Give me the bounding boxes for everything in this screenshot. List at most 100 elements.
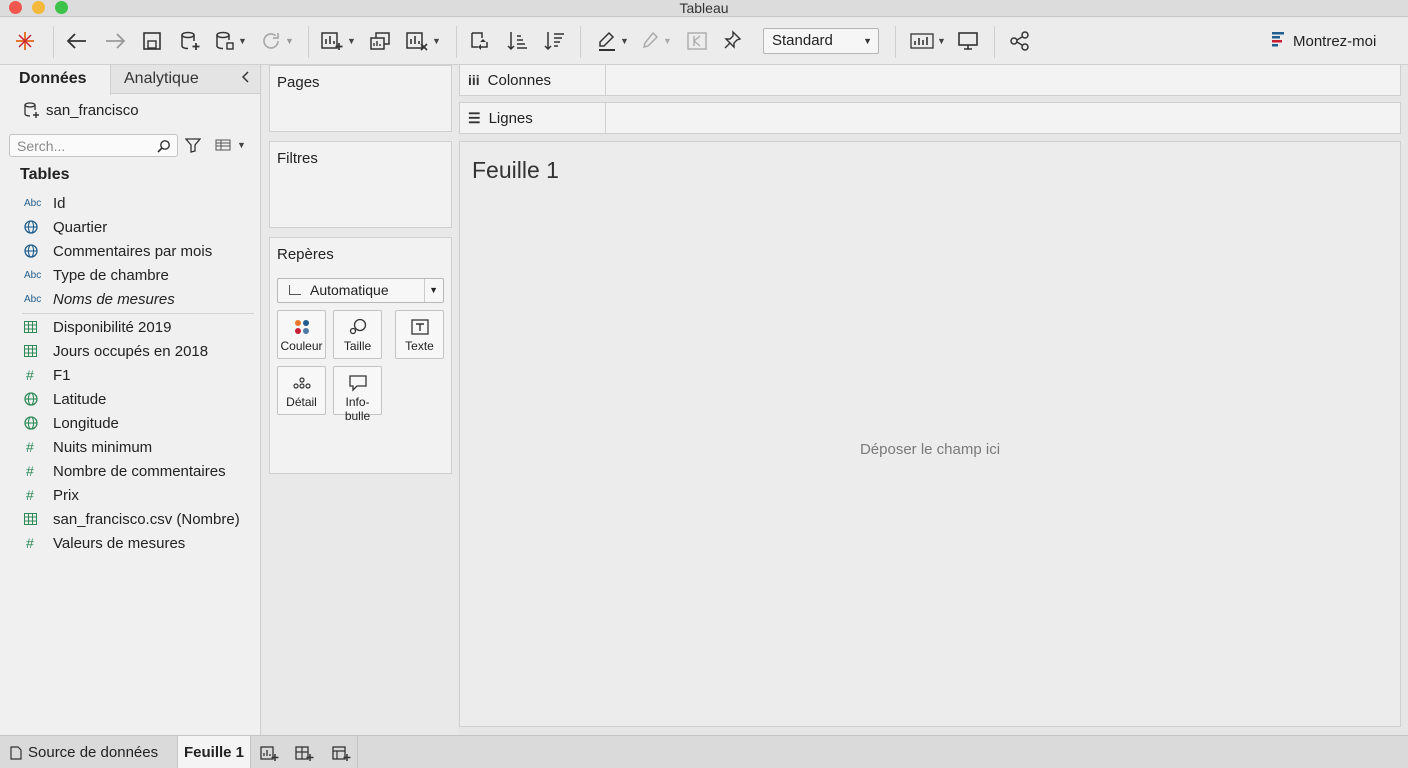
rows-label: Lignes <box>488 109 533 127</box>
sort-descending-icon[interactable] <box>543 28 565 54</box>
field-item[interactable]: # Nuits minimum <box>0 436 255 458</box>
new-dashboard-tab-icon[interactable] <box>294 743 314 763</box>
clear-sheet-icon[interactable]: ▼ <box>405 28 441 54</box>
highlight-pen-icon[interactable]: ▼ <box>597 28 629 54</box>
show-me-button[interactable]: Montrez-moi <box>1272 31 1376 51</box>
data-pane: Données Analytique san_francisco ▼ Table… <box>0 65 261 735</box>
tab-sheet-1[interactable]: Feuille 1 <box>178 736 251 768</box>
table-calc-icon <box>0 513 53 525</box>
new-story-tab-icon[interactable] <box>331 743 351 763</box>
tooltip-icon <box>334 367 381 395</box>
duplicate-sheet-icon[interactable] <box>369 28 391 54</box>
new-datasource-icon[interactable] <box>179 28 201 54</box>
color-button[interactable]: Couleur <box>277 310 326 359</box>
tab-analytics[interactable]: Analytique <box>124 65 199 94</box>
refresh-icon[interactable]: ▼ <box>260 28 294 54</box>
size-button[interactable]: Taille <box>333 310 382 359</box>
field-item[interactable]: Disponibilité 2019 <box>0 316 255 338</box>
globe-icon <box>0 416 53 430</box>
drop-field-hint: Déposer le champ ici <box>859 441 1001 458</box>
rows-shelf-label: ☰ Lignes <box>460 103 606 133</box>
tab-data-source[interactable]: Source de données <box>0 736 178 768</box>
show-me-label: Montrez-moi <box>1293 32 1377 50</box>
columns-shelf[interactable]: iii Colonnes <box>459 64 1401 96</box>
new-worksheet-tab-icon[interactable] <box>259 743 279 763</box>
field-item[interactable]: # Nombre de commentaires <box>0 460 255 482</box>
field-item[interactable]: Abc Id <box>0 192 255 214</box>
undo-icon[interactable] <box>66 28 88 54</box>
field-item[interactable]: # Valeurs de mesures <box>0 532 255 554</box>
mark-type-select[interactable]: Automatique ▼ <box>277 278 444 303</box>
window-title: Tableau <box>679 0 729 16</box>
dimension-measure-divider <box>22 313 254 314</box>
tableau-logo-icon[interactable] <box>14 28 36 54</box>
sheet-title[interactable]: Feuille 1 <box>472 157 559 184</box>
detail-button-label: Détail <box>286 395 317 409</box>
filters-card[interactable]: Filtres <box>269 141 452 228</box>
field-item[interactable]: san_francisco.csv (Nombre) <box>0 508 255 530</box>
search-input[interactable] <box>10 135 150 156</box>
field-item[interactable]: Quartier <box>0 216 255 238</box>
field-item[interactable]: # F1 <box>0 364 255 386</box>
new-worksheet-icon[interactable]: ▼ <box>320 28 356 54</box>
tooltip-button[interactable]: Info-bulle <box>333 366 382 423</box>
sort-ascending-icon[interactable] <box>506 28 528 54</box>
rows-shelf[interactable]: ☰ Lignes <box>459 102 1401 134</box>
string-type-icon: Abc <box>24 293 42 305</box>
pages-card[interactable]: Pages <box>269 65 452 132</box>
view-options-icon[interactable]: ▼ <box>215 139 246 151</box>
field-item[interactable]: Abc Type de chambre <box>0 264 255 286</box>
field-item[interactable]: Longitude <box>0 412 255 434</box>
chevron-down-icon: ▼ <box>424 279 438 302</box>
document-icon <box>10 745 22 760</box>
annotate-icon[interactable]: ▼ <box>640 28 672 54</box>
color-icon <box>278 311 325 339</box>
field-item[interactable]: Jours occupés en 2018 <box>0 340 255 362</box>
field-item[interactable]: # Prix <box>0 484 255 506</box>
fix-axes-icon[interactable] <box>686 28 708 54</box>
collapse-pane-icon[interactable] <box>241 71 250 86</box>
pause-updates-icon[interactable]: ▼ <box>215 28 247 54</box>
filters-card-title: Filtres <box>277 150 318 167</box>
label-button-label: Texte <box>405 339 434 353</box>
datasource-item[interactable]: san_francisco <box>23 101 139 119</box>
label-button[interactable]: Texte <box>395 310 444 359</box>
show-labels-icon[interactable]: ▼ <box>910 28 946 54</box>
datasource-name: san_francisco <box>46 101 139 119</box>
title-bar: Tableau <box>0 0 1408 17</box>
field-name: san_francisco.csv (Nombre) <box>53 510 240 528</box>
tables-heading: Tables <box>20 166 70 183</box>
field-name: Prix <box>53 486 79 504</box>
globe-icon <box>0 244 53 258</box>
save-icon[interactable] <box>142 28 162 54</box>
pin-icon[interactable] <box>722 28 742 54</box>
share-icon[interactable] <box>1009 28 1031 54</box>
field-name: Valeurs de mesures <box>53 534 186 552</box>
chevron-down-icon: ▼ <box>863 36 872 46</box>
detail-button[interactable]: Détail <box>277 366 326 415</box>
fit-select[interactable]: Standard ▼ <box>763 28 879 54</box>
field-item[interactable]: Latitude <box>0 388 255 410</box>
globe-icon <box>0 220 53 234</box>
mark-type-icon <box>289 285 301 295</box>
field-item[interactable]: Commentaires par mois <box>0 240 255 262</box>
filter-icon[interactable] <box>184 138 202 157</box>
number-type-icon: # <box>26 439 34 455</box>
fit-select-value: Standard <box>772 32 833 49</box>
presentation-mode-icon[interactable] <box>957 28 979 54</box>
mark-type-value: Automatique <box>310 282 389 298</box>
field-item[interactable]: Abc Noms de mesures <box>0 288 255 310</box>
tooltip-button-label: Info-bulle <box>344 395 371 423</box>
field-search <box>9 134 178 157</box>
globe-icon <box>0 392 53 406</box>
columns-label: Colonnes <box>487 71 552 89</box>
swap-rows-columns-icon[interactable] <box>468 28 490 54</box>
pages-card-title: Pages <box>277 74 320 91</box>
sheet-tabs-bar: Source de données Feuille 1 <box>0 735 1408 768</box>
tab-data[interactable]: Données <box>0 65 111 95</box>
worksheet-view[interactable]: Feuille 1 Déposer le champ ici <box>459 141 1401 727</box>
redo-icon[interactable] <box>104 28 126 54</box>
number-type-icon: # <box>26 367 34 383</box>
field-name: Type de chambre <box>53 266 169 284</box>
text-icon <box>396 311 443 339</box>
